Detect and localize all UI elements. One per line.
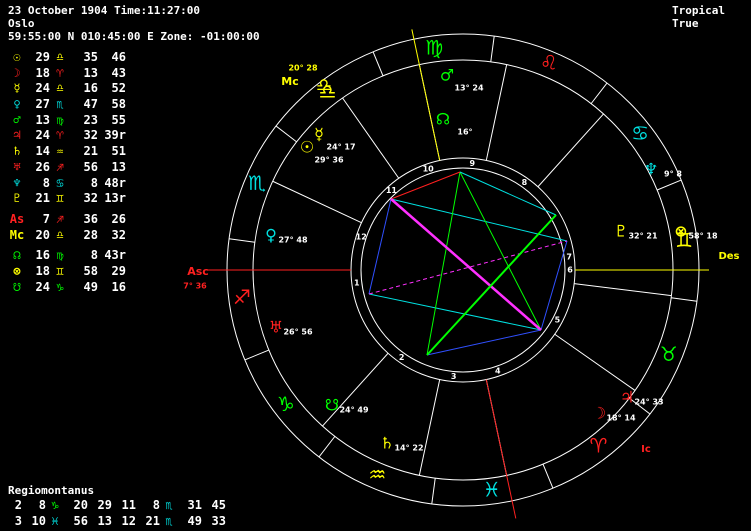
wheel-planet-degree: 13° 24 <box>454 84 483 93</box>
zodiac-sign-glyph: ♑ <box>277 392 295 416</box>
aspect-line-major <box>390 198 542 331</box>
sign-divider <box>671 297 697 302</box>
mc-degree: 20° 28 <box>288 64 317 73</box>
wheel-planet-degree: 24° 33 <box>634 398 663 407</box>
zodiac-sign-glyph: ♋ <box>631 121 649 145</box>
house-number: 3 <box>451 372 457 381</box>
aspect-line <box>426 171 461 356</box>
aspect-line-major <box>426 214 557 356</box>
zodiac-sign-glyph: ♉ <box>660 342 678 366</box>
house-cusp-line <box>554 333 636 391</box>
wheel-planet-degree: 29° 36 <box>314 156 343 165</box>
house-number: 11 <box>386 186 398 195</box>
zodiac-sign-glyph: ♒ <box>368 462 386 486</box>
house-cusp-line <box>272 180 362 224</box>
wheel-planet-degree: 14° 22 <box>394 444 423 453</box>
wheel-planet-glyph: ♃ <box>620 388 634 407</box>
wheel-planet-degree: 58° 18 <box>688 232 717 241</box>
house-number: 12 <box>356 232 367 241</box>
mc-label: Mc <box>281 75 298 88</box>
sign-divider <box>542 463 554 489</box>
wheel-planet-glyph: ☋ <box>325 396 339 415</box>
wheel-planet-degree: 32° 21 <box>628 232 657 241</box>
asc-degree: 7° 36 <box>183 282 207 291</box>
zodiac-sign-glyph: ♍ <box>425 35 443 59</box>
wheel-planet-glyph: ♇ <box>614 222 628 241</box>
aspect-line <box>390 198 568 242</box>
house-cusp-line <box>485 64 508 161</box>
ic-label: Ic <box>641 444 651 455</box>
zodiac-sign-glyph: ♌ <box>540 51 558 75</box>
sign-divider <box>656 179 682 191</box>
wheel-planet-degree: 9° 8 <box>664 170 682 179</box>
house-number: 10 <box>423 164 435 173</box>
sign-divider <box>590 82 608 104</box>
house-number: 1 <box>354 279 360 288</box>
house-number: 2 <box>399 353 405 362</box>
sign-divider <box>275 125 297 143</box>
wheel-planet-glyph: ♆ <box>644 160 658 179</box>
wheel-planet-glyph: ♂ <box>440 66 454 85</box>
wheel-planet-glyph: ⊗ <box>674 222 687 241</box>
sign-divider <box>431 478 436 504</box>
sign-divider <box>229 238 255 243</box>
zodiac-sign-glyph: ♏ <box>248 171 266 195</box>
house-cusp-line <box>574 283 672 297</box>
house-number: 5 <box>555 316 561 325</box>
chart-wheel: ♌♍♎♏♐♑♒♓♈♉♊♋123456789101112Asc7° 36DesMc… <box>183 29 740 519</box>
zodiac-sign-glyph: ♓ <box>483 478 501 502</box>
house-number: 6 <box>567 266 573 275</box>
zodiac-sign-glyph: ♐ <box>233 285 251 309</box>
wheel-planet-degree: 27° 48 <box>278 236 307 245</box>
house-cusp-line <box>537 113 604 188</box>
sign-divider <box>318 436 336 458</box>
house-cusp-line <box>342 97 400 179</box>
house-cusp-line <box>418 379 441 476</box>
sign-divider <box>244 349 270 361</box>
mc-sign-glyph: ♎ <box>316 75 332 96</box>
wheel-planet-glyph: ☿ <box>314 125 324 144</box>
wheel-planet-glyph: ♄ <box>380 434 394 453</box>
wheel-planet-glyph: ☉ <box>300 138 314 157</box>
wheel-planet-degree: 16° <box>457 128 472 137</box>
house-number: 4 <box>495 367 501 376</box>
wheel-planet-glyph: ☊ <box>436 110 450 129</box>
wheel-planet-glyph: ♀ <box>265 226 277 245</box>
house-number: 9 <box>470 159 476 168</box>
zodiac-sign-glyph: ♈ <box>589 434 607 458</box>
aspect-line <box>368 198 392 295</box>
house-number: 8 <box>522 178 528 187</box>
wheel-planet-degree: 24° 49 <box>339 406 368 415</box>
house-cusp-line <box>322 352 389 427</box>
wheel-planet-glyph: ☽ <box>592 404 606 423</box>
wheel-planet-glyph: ♅ <box>269 318 283 337</box>
des-label: Des <box>718 251 739 262</box>
house-ring-outer <box>350 157 576 383</box>
sign-divider <box>490 36 495 62</box>
house-number: 7 <box>566 252 572 261</box>
wheel-planet-degree: 26° 56 <box>283 328 312 337</box>
wheel-planet-degree: 18° 14 <box>606 414 635 423</box>
asc-label: Asc <box>187 265 209 278</box>
sign-divider <box>372 51 384 77</box>
wheel-planet-degree: 24° 17 <box>326 143 355 152</box>
